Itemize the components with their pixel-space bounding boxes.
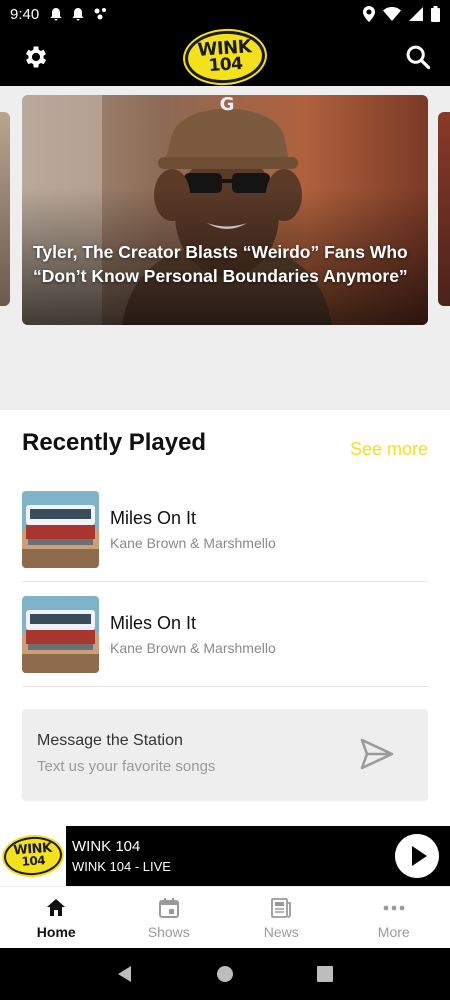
- system-icons: [363, 6, 440, 22]
- track-title: Miles On It: [110, 613, 197, 633]
- tab-shows[interactable]: Shows: [113, 887, 226, 948]
- carousel-prev-card[interactable]: [0, 112, 10, 306]
- gear-icon[interactable]: [22, 43, 50, 71]
- station-status: WINK 104 - LIVE: [72, 859, 171, 874]
- back-icon[interactable]: [116, 965, 134, 983]
- station-name: WINK 104: [72, 838, 141, 855]
- recent-track-item[interactable]: Miles On It Kane Brown & Marshmello: [22, 583, 428, 687]
- article-headline[interactable]: Tyler, The Creator Blasts “Weirdo” Fans …: [33, 240, 413, 288]
- tab-label: Shows: [147, 923, 190, 940]
- featured-article-card[interactable]: G Tyler, The Creator Blasts “Weirdo” Fan…: [22, 95, 428, 325]
- signal-icon: [409, 7, 423, 21]
- bell-icon: [50, 8, 62, 21]
- section-title: Recently Played: [22, 429, 207, 456]
- status-time: 9:40: [10, 5, 40, 23]
- see-more-link[interactable]: See more: [350, 439, 428, 460]
- recent-track-item[interactable]: Miles On It Kane Brown & Marshmello: [22, 478, 428, 582]
- featured-carousel[interactable]: G Tyler, The Creator Blasts “Weirdo” Fan…: [0, 86, 450, 410]
- more-dots-icon: [383, 905, 405, 910]
- bottom-navigation: Home Shows News More: [0, 886, 450, 948]
- album-art: [22, 596, 99, 673]
- track-artist: Kane Brown & Marshmello: [110, 535, 276, 551]
- wifi-icon: [383, 7, 401, 21]
- logo-line-2: 104: [207, 54, 244, 77]
- track-title: Miles On It: [110, 508, 197, 528]
- newspaper-icon: [271, 897, 292, 918]
- bell-icon: [72, 8, 84, 21]
- battery-icon: [431, 6, 440, 22]
- notification-icons: [49, 7, 109, 21]
- play-button[interactable]: [395, 834, 439, 878]
- tab-label: More: [377, 923, 410, 940]
- article-photo: G: [22, 95, 428, 325]
- app-dots-icon: [94, 8, 107, 20]
- home-icon: [47, 898, 66, 916]
- tab-more[interactable]: More: [338, 887, 450, 948]
- tab-label: News: [263, 923, 299, 940]
- wink-104-logo: WINK 104: [183, 28, 267, 86]
- album-art: [22, 491, 99, 568]
- app-header: WINK 104: [0, 28, 450, 86]
- now-playing-bar[interactable]: WINK 104 WINK 104 WINK 104 - LIVE: [0, 826, 450, 886]
- carousel-next-card[interactable]: [438, 112, 450, 306]
- recents-square-icon[interactable]: [316, 965, 334, 983]
- tab-news[interactable]: News: [225, 887, 338, 948]
- home-circle-icon[interactable]: [216, 965, 234, 983]
- track-artist: Kane Brown & Marshmello: [110, 640, 276, 656]
- calendar-icon: [158, 897, 179, 918]
- location-icon: [363, 6, 375, 22]
- system-navigation-bar: [0, 948, 450, 1000]
- tab-label: Home: [36, 923, 76, 940]
- status-bar: 9:40: [0, 0, 450, 28]
- message-station-card[interactable]: Message the Station Text us your favorit…: [22, 709, 428, 801]
- search-icon[interactable]: [404, 43, 432, 71]
- send-icon[interactable]: [359, 737, 395, 771]
- wink-104-logo-small: WINK 104: [2, 835, 64, 877]
- logo-line-2: 104: [21, 853, 46, 870]
- message-card-subtitle: Text us your favorite songs: [37, 758, 216, 775]
- message-card-title: Message the Station: [37, 732, 183, 749]
- station-logo: WINK 104: [0, 826, 66, 886]
- tab-home[interactable]: Home: [0, 887, 113, 948]
